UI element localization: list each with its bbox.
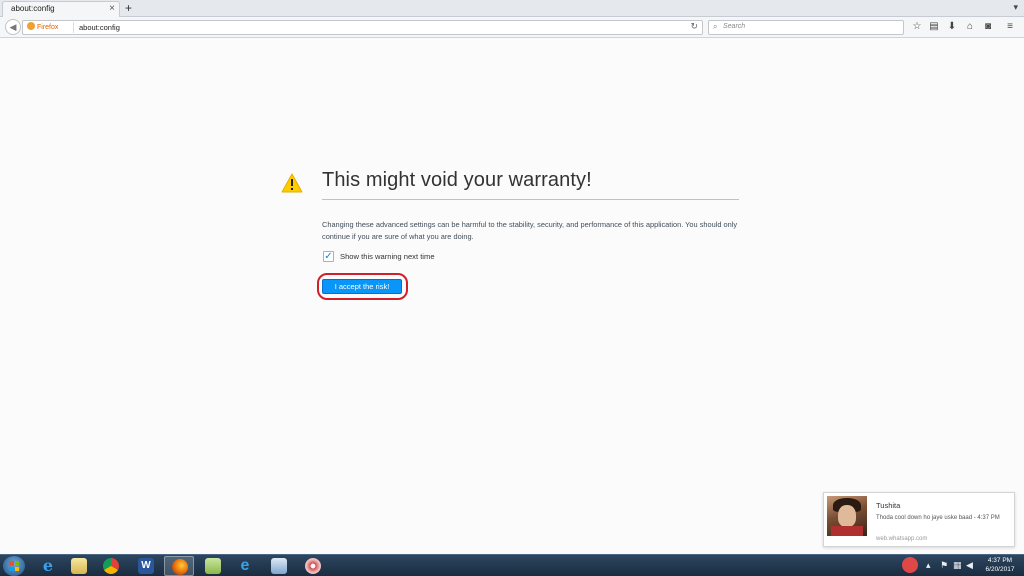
- taskbar-paint[interactable]: [298, 556, 328, 576]
- firefox-icon: [27, 22, 35, 30]
- page-title: This might void your warranty!: [322, 169, 592, 191]
- bookmarks-menu-icon[interactable]: ▤: [927, 20, 941, 34]
- warning-description: Changing these advanced settings can be …: [322, 220, 738, 241]
- home-icon[interactable]: ⌂: [963, 20, 977, 34]
- identity-box[interactable]: Firefox: [27, 22, 58, 31]
- tray-app-icon[interactable]: [902, 557, 918, 573]
- url-text[interactable]: about:config: [79, 23, 120, 32]
- avatar: [827, 496, 867, 536]
- bookmark-star-icon[interactable]: ☆: [910, 20, 924, 34]
- back-button[interactable]: ◀: [5, 19, 21, 35]
- chrome-icon: [103, 558, 119, 574]
- network-icon[interactable]: ▦: [953, 560, 962, 571]
- identity-label: Firefox: [37, 24, 59, 31]
- file-explorer-icon: [71, 558, 87, 574]
- volume-icon[interactable]: ◀: [966, 560, 973, 571]
- taskbar-chrome[interactable]: [96, 556, 126, 576]
- folder-icon: [205, 558, 221, 574]
- title-divider: [322, 199, 739, 200]
- screenshot-icon: [271, 558, 287, 574]
- close-tab-icon[interactable]: ×: [109, 3, 115, 14]
- taskbar-word[interactable]: W: [131, 556, 161, 576]
- taskbar-edge[interactable]: e: [230, 556, 260, 576]
- hamburger-menu-icon[interactable]: ≡: [1003, 20, 1017, 34]
- reload-icon[interactable]: ↻: [690, 21, 698, 32]
- paint-icon: [305, 558, 321, 574]
- tab-about-config[interactable]: about:config ×: [2, 1, 120, 17]
- page-content: [0, 39, 1024, 554]
- notification-source: web.whatsapp.com: [876, 536, 928, 542]
- pocket-icon[interactable]: ◙: [981, 20, 995, 34]
- taskbar-internet-explorer[interactable]: e: [33, 556, 63, 576]
- notification-sender: Tushita: [876, 501, 901, 510]
- search-icon: ⌕: [713, 22, 718, 31]
- navigation-toolbar: ◀ Firefox about:config ↻ ⌕ Search ☆ ▤ ⬇ …: [0, 17, 1024, 38]
- show-hidden-icons-icon[interactable]: ▴: [926, 560, 931, 571]
- list-all-tabs-icon[interactable]: ▾: [1013, 2, 1018, 13]
- notification-message: Thoda cool down ho jaye uske baad - 4:37…: [876, 515, 1000, 521]
- clock-time[interactable]: 4:37 PM: [981, 557, 1019, 564]
- windows-logo-icon: [9, 561, 19, 571]
- search-bar[interactable]: ⌕ Search: [708, 20, 904, 35]
- taskbar-firefox[interactable]: [164, 556, 194, 576]
- flag-icon[interactable]: ⚑: [940, 560, 948, 571]
- url-bar[interactable]: Firefox about:config ↻: [22, 20, 703, 35]
- start-button[interactable]: [3, 556, 25, 576]
- clock-date[interactable]: 6/20/2017: [981, 566, 1019, 573]
- tab-strip: about:config × + ▾: [0, 0, 1024, 17]
- internet-explorer-icon: e: [42, 556, 54, 575]
- downloads-icon[interactable]: ⬇: [945, 20, 959, 34]
- firefox-icon: [172, 559, 188, 575]
- word-icon: W: [138, 558, 154, 574]
- show-warning-label[interactable]: Show this warning next time: [340, 252, 435, 261]
- taskbar-screenshot-tool[interactable]: [264, 556, 294, 576]
- taskbar-folder[interactable]: [198, 556, 228, 576]
- warning-icon: [281, 173, 303, 193]
- show-warning-checkbox[interactable]: ✓: [323, 251, 334, 262]
- url-separator: [73, 22, 74, 33]
- edge-icon: e: [240, 557, 250, 574]
- taskbar-file-explorer[interactable]: [64, 556, 94, 576]
- taskbar: e W e ▴ ⚑ ▦ ◀: [0, 554, 1024, 576]
- new-tab-button[interactable]: +: [125, 1, 132, 15]
- whatsapp-notification[interactable]: Tushita Thoda cool down ho jaye uske baa…: [823, 492, 1015, 547]
- search-placeholder: Search: [723, 23, 746, 30]
- tab-title: about:config: [11, 4, 55, 13]
- accept-risk-button[interactable]: I accept the risk!: [322, 279, 402, 294]
